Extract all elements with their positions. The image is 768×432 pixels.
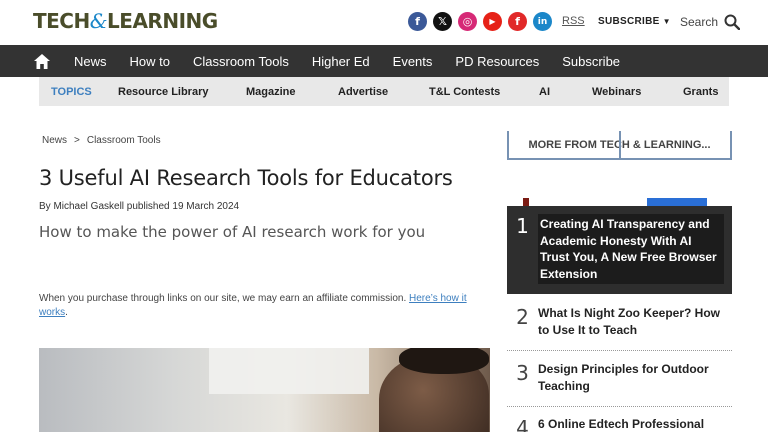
search-icon	[724, 14, 741, 30]
popular-item-number: 1	[516, 214, 529, 238]
hero-image	[39, 348, 490, 432]
topic-advertise[interactable]: Advertise	[338, 86, 429, 98]
breadcrumb-news[interactable]: News	[42, 135, 67, 146]
topics-label: TOPICS	[51, 85, 92, 98]
nav-item-higher-ed[interactable]: Higher Ed	[312, 54, 370, 69]
home-icon	[34, 53, 50, 69]
nav-item-how-to[interactable]: How to	[130, 54, 170, 69]
x-icon[interactable]: 𝕏	[433, 12, 452, 31]
facebook-icon[interactable]: f	[408, 12, 427, 31]
flipboard-icon[interactable]: f	[508, 12, 527, 31]
topic-magazine[interactable]: Magazine	[246, 86, 338, 98]
main-nav: News How to Classroom Tools Higher Ed Ev…	[0, 45, 768, 77]
article-headline: 3 Useful AI Research Tools for Educators	[39, 166, 453, 190]
search-button[interactable]: Search	[680, 14, 741, 30]
subscribe-label: SUBSCRIBE	[598, 16, 660, 27]
breadcrumb-classroom-tools[interactable]: Classroom Tools	[87, 135, 161, 146]
topic-tl-contests[interactable]: T&L Contests	[429, 86, 539, 98]
popular-item[interactable]: 4 6 Online Edtech Professional	[507, 416, 732, 432]
breadcrumb-separator: >	[74, 135, 80, 146]
nav-item-pd-resources[interactable]: PD Resources	[455, 54, 539, 69]
instagram-icon[interactable]: ◎	[458, 12, 477, 31]
popular-item-title[interactable]: 6 Online Edtech Professional	[538, 416, 724, 432]
logo-ampersand: &	[89, 9, 108, 33]
caret-down-icon: ▼	[662, 17, 671, 26]
popular-item[interactable]: 2 What Is Night Zoo Keeper? How to Use I…	[507, 305, 732, 338]
nav-item-events[interactable]: Events	[393, 54, 433, 69]
divider	[507, 406, 732, 407]
article-strapline: How to make the power of AI research wor…	[39, 223, 426, 241]
hero-window-shape	[209, 348, 369, 394]
site-logo[interactable]: TECH&LEARNING	[33, 9, 218, 33]
home-button[interactable]	[32, 51, 52, 71]
logo-text-left: TECH	[33, 9, 90, 33]
logo-text-right: LEARNING	[107, 9, 218, 33]
rss-link[interactable]: RSS	[562, 15, 585, 27]
topic-ai[interactable]: AI	[539, 86, 592, 98]
topic-grants[interactable]: Grants	[683, 86, 718, 98]
topic-webinars[interactable]: Webinars	[592, 86, 683, 98]
topic-resource-library[interactable]: Resource Library	[118, 86, 246, 98]
popular-item-number: 3	[516, 361, 529, 385]
social-links: f 𝕏 ◎ ▶ f in	[408, 12, 552, 31]
popular-item-title[interactable]: What Is Night Zoo Keeper? How to Use It …	[538, 305, 724, 338]
popular-item-title[interactable]: Creating AI Transparency and Academic Ho…	[538, 214, 724, 284]
popular-item-number: 4	[516, 416, 529, 432]
topics-nav: TOPICS Resource Library Magazine Adverti…	[39, 77, 729, 106]
youtube-icon[interactable]: ▶	[483, 12, 502, 31]
search-label: Search	[680, 15, 719, 29]
more-from-header: MORE FROM TECH & LEARNING...	[507, 131, 732, 160]
nav-item-subscribe[interactable]: Subscribe	[562, 54, 620, 69]
nav-item-classroom-tools[interactable]: Classroom Tools	[193, 54, 289, 69]
affiliate-period: .	[65, 307, 68, 318]
linkedin-icon[interactable]: in	[533, 12, 552, 31]
popular-item[interactable]: 3 Design Principles for Outdoor Teaching	[507, 361, 732, 394]
nav-item-news[interactable]: News	[74, 54, 107, 69]
subscribe-dropdown[interactable]: SUBSCRIBE ▼	[598, 16, 671, 27]
article-byline: By Michael Gaskell published 19 March 20…	[39, 201, 240, 212]
popular-item-title[interactable]: Design Principles for Outdoor Teaching	[538, 361, 724, 394]
popular-item[interactable]: 1 Creating AI Transparency and Academic …	[507, 214, 732, 284]
hero-hair-shape	[399, 348, 489, 374]
breadcrumb: News > Classroom Tools	[42, 135, 161, 146]
top-bar: TECH&LEARNING f 𝕏 ◎ ▶ f in RSS SUBSCRIBE…	[0, 0, 768, 45]
affiliate-text: When you purchase through links on our s…	[39, 293, 409, 304]
affiliate-disclosure: When you purchase through links on our s…	[39, 292, 489, 320]
popular-item-number: 2	[516, 305, 529, 329]
divider	[507, 350, 732, 351]
